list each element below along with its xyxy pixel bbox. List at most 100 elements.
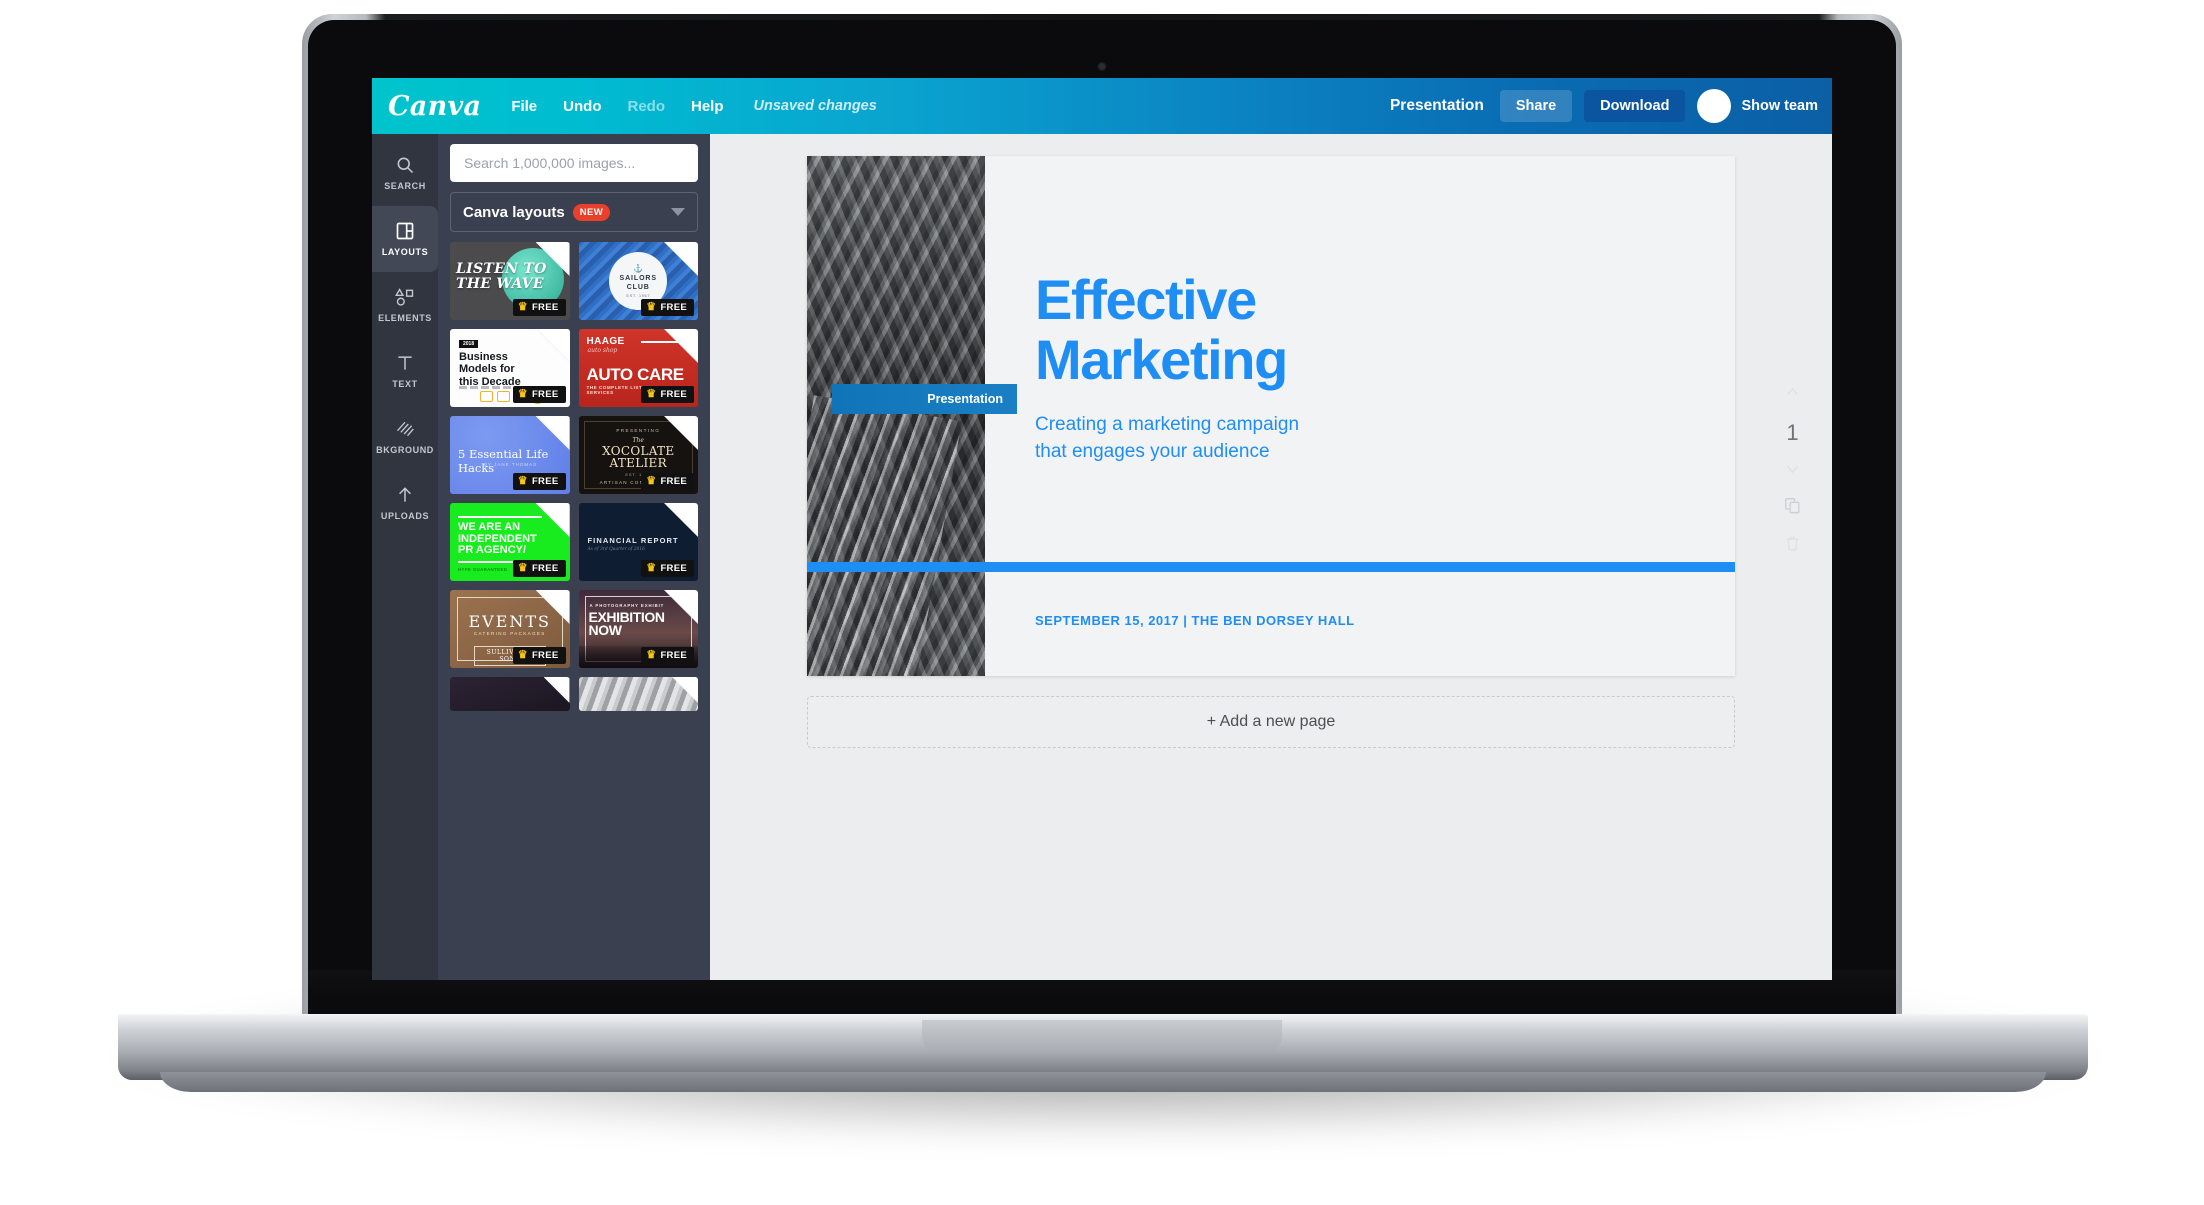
template-grid: LISTEN TO THE WAVE ♛ FREE ⚓ SAILORS CLUB… xyxy=(450,242,698,711)
show-team-button[interactable]: Show team xyxy=(1697,89,1818,123)
laptop-base-notch xyxy=(922,1020,1282,1054)
free-label: FREE xyxy=(660,650,687,661)
template-business-models[interactable]: 2018 Business Models for this Decade ♛ F… xyxy=(450,329,570,407)
sidebar-item-layouts[interactable]: LAYOUTS xyxy=(372,198,438,280)
template-title: EVENTS xyxy=(468,612,552,631)
page-curl-icon xyxy=(672,677,698,703)
move-page-up-icon[interactable] xyxy=(1784,384,1801,406)
template-events-catering[interactable]: EVENTS CATERING PACKAGES SULLIVAN & SONS… xyxy=(450,590,570,668)
sidebar-item-uploads[interactable]: UPLOADS xyxy=(372,470,438,536)
laptop-mockup: Canva File Undo Redo Help Unsaved change… xyxy=(0,0,2204,1205)
free-label: FREE xyxy=(660,389,687,400)
template-title: 5 Essential Life Hacks xyxy=(458,447,549,475)
sidebar-item-search[interactable]: SEARCH xyxy=(372,140,438,206)
template-pr-agency[interactable]: WE ARE AN INDEPENDENT PR AGENCY/ HYPE GU… xyxy=(450,503,570,581)
canvas-area: Presentation Effective Marketing Creatin… xyxy=(710,134,1832,980)
slide-badge-presentation[interactable]: Presentation xyxy=(832,384,1017,414)
template-title: LISTEN TO THE WAVE xyxy=(456,261,547,293)
template-haage-auto-care[interactable]: HAAGE auto shop AUTO CARE THE COMPLETE L… xyxy=(578,329,698,407)
template-exhibition-now[interactable]: A PHOTOGRAPHY EXHIBIT EXHIBITION NOW ♛ F… xyxy=(578,590,698,668)
crown-icon: ♛ xyxy=(517,388,528,400)
free-badge[interactable]: ♛ FREE xyxy=(641,647,694,664)
crown-icon: ♛ xyxy=(517,562,528,574)
free-badge[interactable]: ♛ FREE xyxy=(512,386,566,403)
search-icon xyxy=(395,155,415,175)
download-button[interactable]: Download xyxy=(1584,90,1686,122)
template-title: FINANCIAL REPORT xyxy=(587,536,679,545)
crown-icon: ♛ xyxy=(517,475,528,487)
slide-canvas[interactable]: Presentation Effective Marketing Creatin… xyxy=(807,156,1735,676)
slide-meta[interactable]: SEPTEMBER 15, 2017 | THE BEN DORSEY HALL xyxy=(1035,613,1355,628)
template-financial-report[interactable]: FINANCIAL REPORT As of 3rd Quarter of 20… xyxy=(578,503,698,581)
layouts-category-dropdown[interactable]: Canva layouts NEW xyxy=(450,192,698,232)
sidebar-item-elements[interactable]: ELEMENTS xyxy=(372,272,438,338)
free-badge[interactable]: ♛ FREE xyxy=(512,473,566,490)
free-badge[interactable]: ♛ FREE xyxy=(512,560,566,577)
menu-item-help[interactable]: Help xyxy=(691,98,724,115)
sidebar-label-elements: ELEMENTS xyxy=(378,313,432,323)
duplicate-page-icon[interactable] xyxy=(1783,496,1802,520)
menu-item-undo[interactable]: Undo xyxy=(563,98,601,115)
crown-icon: ♛ xyxy=(517,301,528,313)
sidebar-item-text[interactable]: TEXT xyxy=(372,338,438,404)
tool-rail: SEARCH LAYOUTS ELEMENTS TEXT BKGROUND UP… xyxy=(372,134,438,980)
free-badge[interactable]: ♛ FREE xyxy=(641,560,694,577)
delete-page-icon[interactable] xyxy=(1784,534,1801,558)
avatar xyxy=(1697,89,1732,123)
sidebar-label-uploads: UPLOADS xyxy=(380,511,430,521)
slide-title-line1: Effective xyxy=(1035,268,1257,331)
template-mountain-clouds[interactable] xyxy=(578,677,698,711)
crown-icon: ♛ xyxy=(646,388,657,400)
canva-logo[interactable]: Canva xyxy=(388,91,481,122)
free-label: FREE xyxy=(531,476,559,487)
elements-icon xyxy=(394,287,416,307)
canva-editor-screen: Canva File Undo Redo Help Unsaved change… xyxy=(372,78,1832,980)
sidebar-label-layouts: LAYOUTS xyxy=(381,247,429,257)
free-badge[interactable]: ♛ FREE xyxy=(641,386,694,403)
free-label: FREE xyxy=(531,563,559,574)
template-subtitle: BY JANE THOMAS xyxy=(484,462,538,467)
menu-item-redo[interactable]: Redo xyxy=(627,98,665,115)
template-tag: 2018 xyxy=(459,340,479,348)
free-label: FREE xyxy=(660,563,687,574)
add-new-page-button[interactable]: + Add a new page xyxy=(807,696,1735,748)
template-sailors-club[interactable]: ⚓ SAILORS CLUB EST. 1967 ♛ FREE xyxy=(578,242,698,320)
page-number: 1 xyxy=(1786,420,1799,445)
webcam-icon xyxy=(1097,62,1107,71)
crown-icon: ♛ xyxy=(517,649,528,661)
template-subtitle: HYPE GUARANTEED xyxy=(458,567,508,572)
slide-photo[interactable] xyxy=(807,156,985,676)
top-bar-actions: Presentation Share Download Show team xyxy=(1390,89,1832,123)
slide-text-block: Effective Marketing Creating a marketing… xyxy=(807,156,1735,676)
text-icon xyxy=(395,353,415,373)
template-xocolate-atelier[interactable]: PRESENTING The XOCOLATE ATELIER EST. 196… xyxy=(578,416,698,494)
page-tools: 1 xyxy=(1783,384,1802,558)
move-page-down-icon[interactable] xyxy=(1784,460,1801,482)
slide-subtitle[interactable]: Creating a marketing campaign that engag… xyxy=(1035,412,1365,466)
menu-item-file[interactable]: File xyxy=(511,98,537,115)
template-title: WE ARE AN INDEPENDENT PR AGENCY/ xyxy=(458,521,537,557)
upload-icon xyxy=(395,485,415,505)
slide-accent-rule xyxy=(807,562,1735,572)
template-title: SAILORS CLUB xyxy=(619,274,657,291)
dropdown-label: Canva layouts xyxy=(463,203,565,221)
template-life-hacks[interactable]: 5 Essential Life Hacks BY JANE THOMAS ♛ … xyxy=(450,416,570,494)
free-badge[interactable]: ♛ FREE xyxy=(641,299,694,316)
template-listen-to-the-wave[interactable]: LISTEN TO THE WAVE ♛ FREE xyxy=(450,242,570,320)
page-curl-icon xyxy=(664,242,698,276)
page-curl-icon xyxy=(535,329,570,363)
search-input[interactable] xyxy=(450,144,698,182)
free-badge[interactable]: ♛ FREE xyxy=(641,473,694,490)
sidebar-item-background[interactable]: BKGROUND xyxy=(372,404,438,470)
free-badge[interactable]: ♛ FREE xyxy=(512,647,566,664)
template-night-sky-report[interactable] xyxy=(450,677,570,711)
show-team-label: Show team xyxy=(1741,98,1818,114)
page-curl-icon xyxy=(535,416,570,450)
slide-title[interactable]: Effective Marketing xyxy=(1035,270,1365,390)
free-badge[interactable]: ♛ FREE xyxy=(512,299,566,316)
sidebar-label-background: BKGROUND xyxy=(376,445,434,455)
share-button[interactable]: Share xyxy=(1499,90,1573,122)
slide-subtitle-line1: Creating a marketing campaign xyxy=(1035,413,1300,435)
crown-icon: ♛ xyxy=(646,649,657,661)
editor-body: SEARCH LAYOUTS ELEMENTS TEXT BKGROUND UP… xyxy=(372,134,1832,980)
